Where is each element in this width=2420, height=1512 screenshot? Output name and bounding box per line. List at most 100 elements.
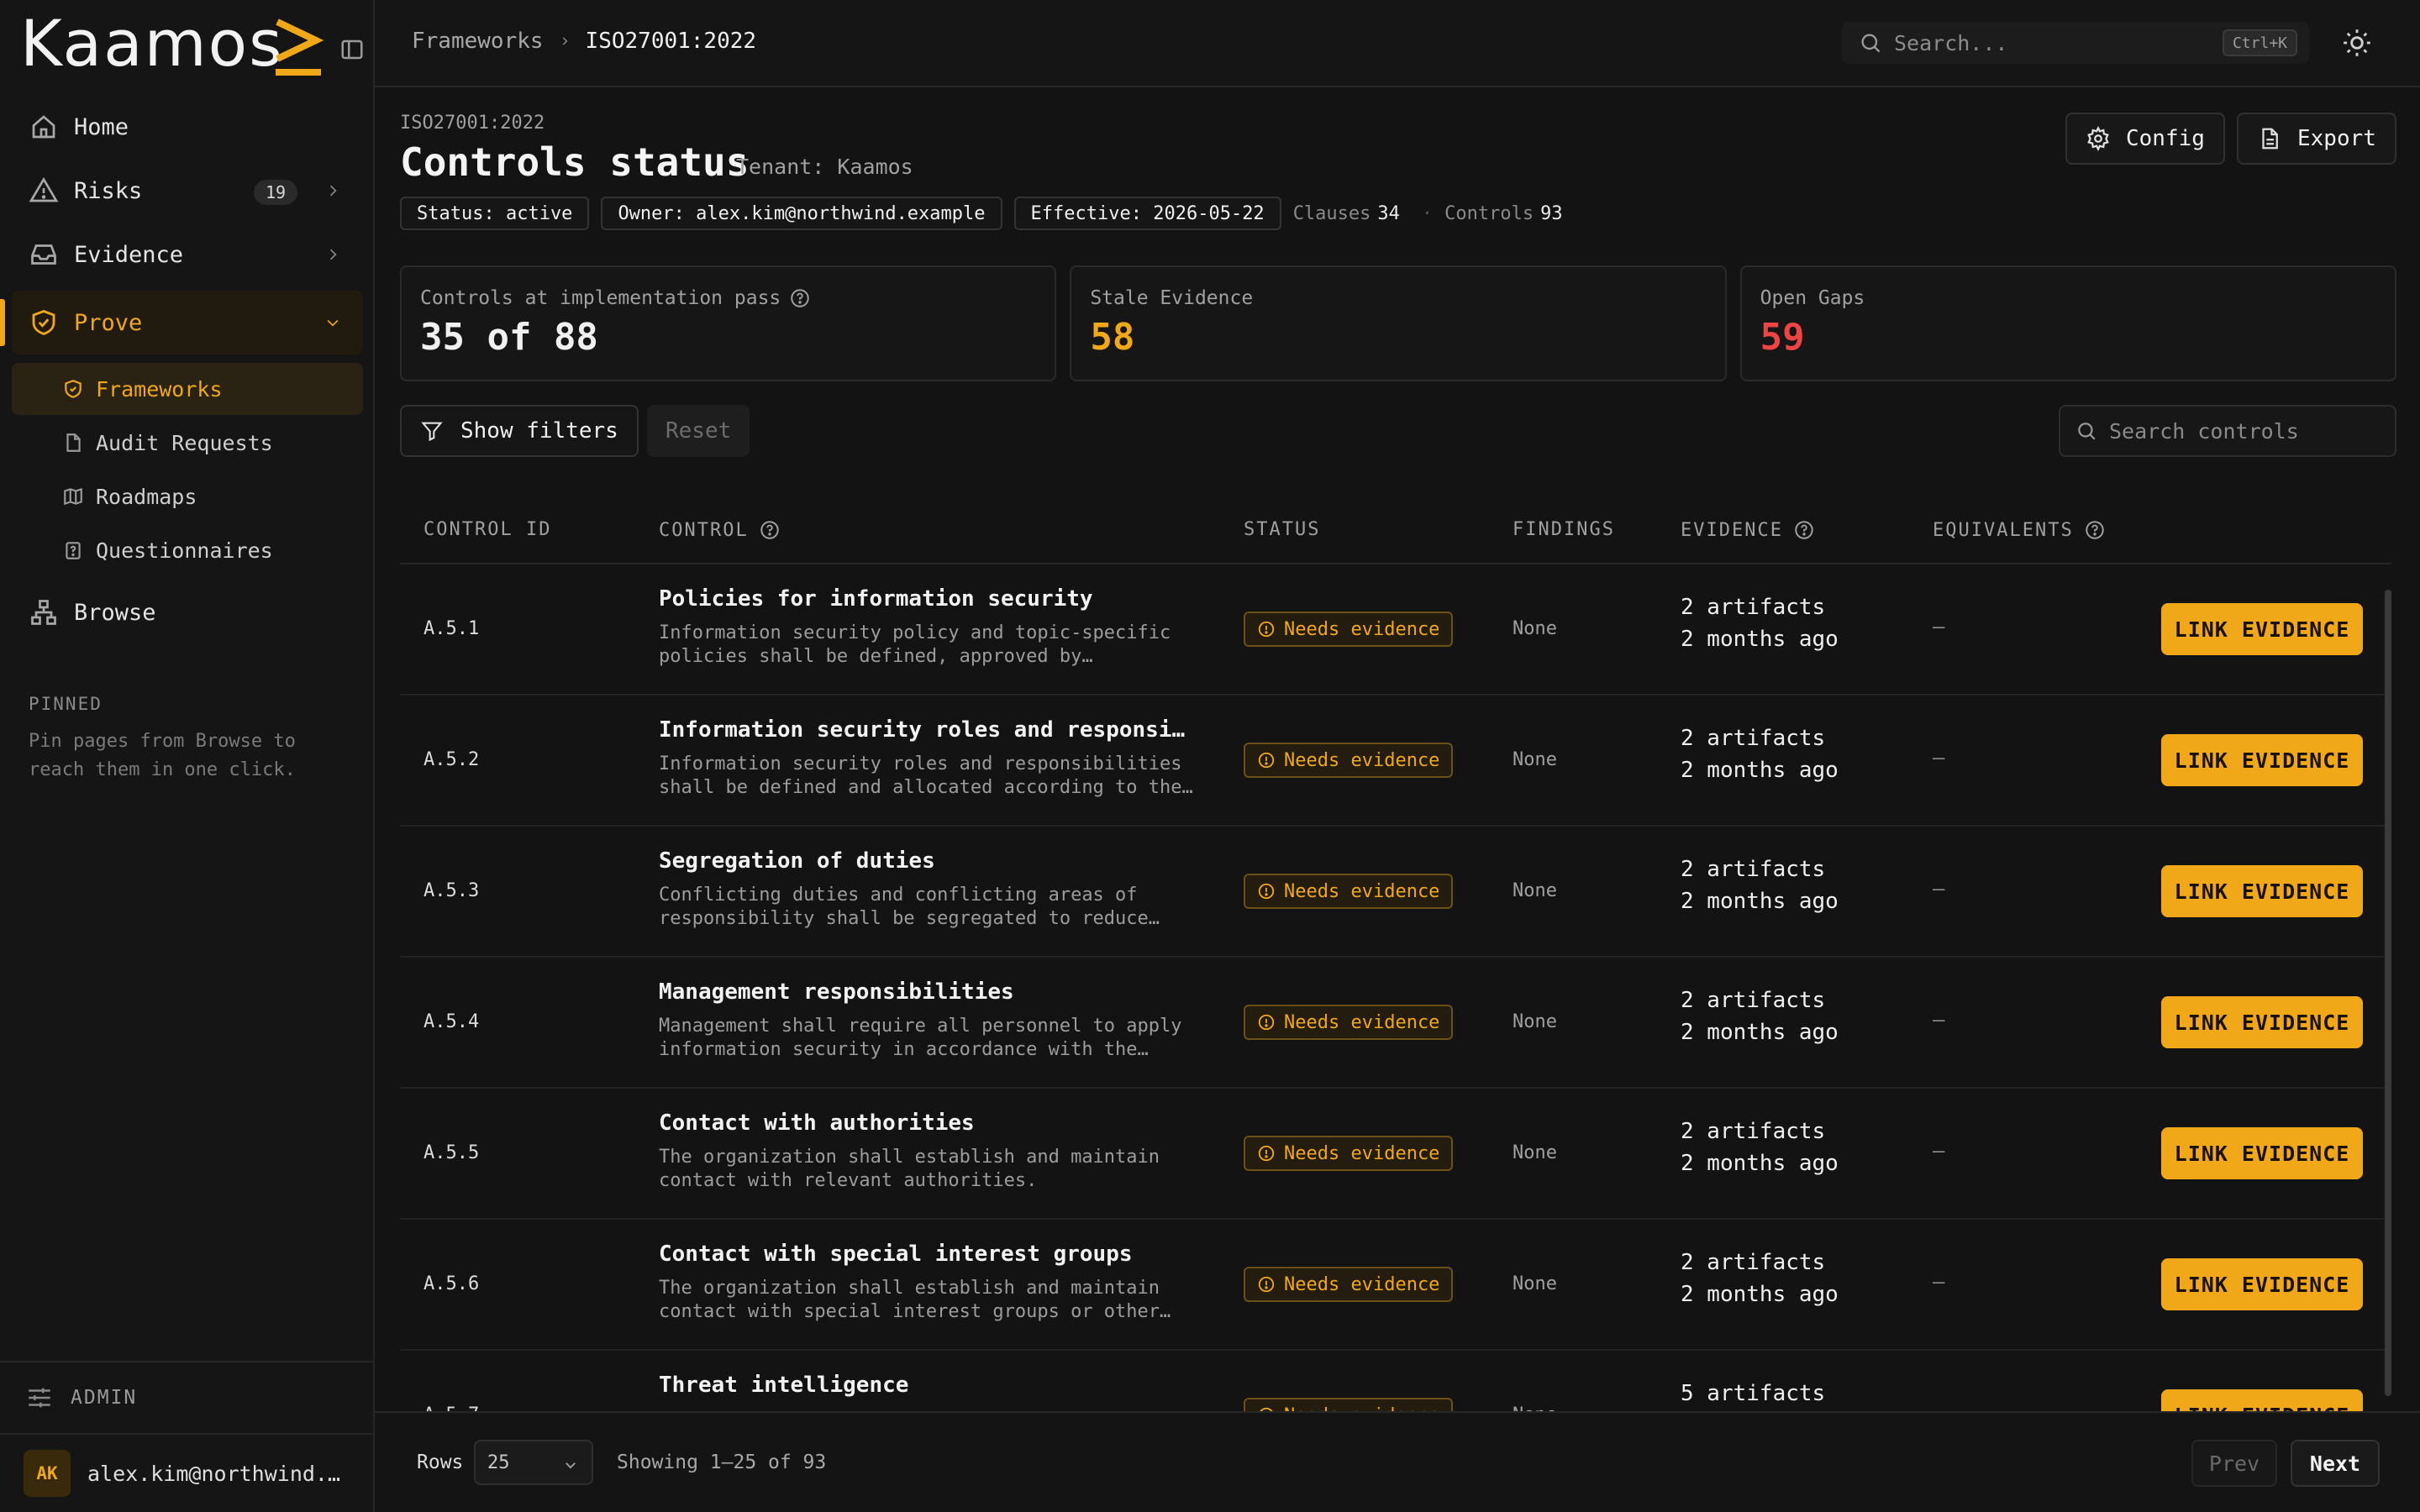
sidebar-item-roadmaps[interactable]: Roadmaps (12, 470, 363, 522)
global-search[interactable]: Search... Ctrl+K (1842, 22, 2309, 64)
logo-text: Kaamos (20, 6, 284, 81)
column-control-id[interactable]: CONTROL ID (424, 519, 551, 540)
logo[interactable]: Kaamos (20, 6, 363, 81)
sidebar-item-label: Audit Requests (96, 430, 273, 455)
evidence-count[interactable]: 5 artifacts (1681, 1381, 1825, 1406)
clipboard-icon (66, 542, 81, 559)
link-evidence-button[interactable]: LINK EVIDENCE (2161, 1258, 2363, 1310)
findings-value: None (1512, 749, 1557, 770)
stat-card-stale-evidence: Stale Evidence 58 (1070, 265, 1727, 381)
active-indicator (0, 299, 5, 346)
evidence-count[interactable]: 2 artifacts (1681, 857, 1825, 882)
home-icon (32, 115, 55, 139)
theme-toggle-icon[interactable] (2341, 27, 2373, 59)
breadcrumb-frameworks[interactable]: Frameworks (412, 29, 544, 54)
control-id: A.5.1 (424, 618, 480, 639)
admin-label: ADMIN (71, 1387, 138, 1409)
user-menu[interactable]: AK alex.kim@northwind.example (0, 1433, 375, 1512)
column-findings[interactable]: FINDINGS (1512, 519, 1615, 540)
config-button[interactable]: Config (2065, 113, 2225, 165)
control-title[interactable]: Segregation of duties (659, 848, 1197, 874)
table-row[interactable]: A.5.1 Policies for information security In… (400, 564, 2391, 696)
reset-button[interactable]: Reset (647, 405, 750, 457)
evidence-count[interactable]: 2 artifacts (1681, 1119, 1825, 1144)
control-title[interactable]: Contact with authorities (659, 1110, 1197, 1136)
sidebar-item-evidence[interactable]: Evidence (12, 227, 363, 282)
sidebar-item-risks[interactable]: Risks 19 (12, 163, 363, 218)
sidebar-item-prove[interactable]: Prove (0, 291, 363, 354)
chevron-right-icon (329, 185, 337, 197)
table-row[interactable]: A.5.2 Information security roles and resp… (400, 696, 2391, 827)
status-badge: Needs evidence (1244, 1005, 1454, 1040)
chevron-right-icon (562, 37, 567, 45)
help-circle-icon[interactable] (759, 519, 781, 541)
evidence-count[interactable]: 2 artifacts (1681, 726, 1825, 751)
prompt-icon (269, 15, 329, 79)
prev-page-button[interactable]: Prev (2191, 1440, 2277, 1487)
sidebar-item-browse[interactable]: Browse (12, 585, 363, 640)
next-page-button[interactable]: Next (2291, 1440, 2380, 1487)
sidebar-item-label: Risks (74, 177, 143, 204)
table-row[interactable]: A.5.5 Contact with authorities The organiz… (400, 1089, 2391, 1220)
table-row[interactable]: A.5.4 Management responsibilities Manageme… (400, 958, 2391, 1089)
shield-check-icon (32, 309, 55, 336)
rows-label: Rows (417, 1452, 464, 1473)
sidebar-item-home[interactable]: Home (12, 99, 363, 155)
help-circle-icon[interactable] (789, 287, 811, 309)
control-title[interactable]: Threat intelligence (659, 1373, 1197, 1398)
evidence-count[interactable]: 2 artifacts (1681, 595, 1825, 620)
column-evidence[interactable]: EVIDENCE (1681, 519, 1815, 541)
link-evidence-button[interactable]: LINK EVIDENCE (2161, 996, 2363, 1048)
sidebar-item-frameworks[interactable]: Frameworks (12, 363, 363, 415)
column-control[interactable]: CONTROL (659, 519, 781, 541)
control-description: The organization shall establish and mai… (659, 1278, 1171, 1322)
main-content: ISO27001:2022 Controls status Tenant: Ka… (375, 89, 2420, 1512)
help-circle-icon[interactable] (2084, 519, 2106, 541)
table-row[interactable]: A.5.6 Contact with special interest group… (400, 1220, 2391, 1351)
chevron-down-icon (327, 319, 339, 327)
table-scrollbar[interactable] (2385, 590, 2391, 1396)
export-button[interactable]: Export (2237, 113, 2396, 165)
owner-chip: Owner: alex.kim@northwind.example (601, 197, 1002, 230)
sidebar-toggle-icon[interactable] (339, 37, 365, 62)
link-evidence-button[interactable]: LINK EVIDENCE (2161, 865, 2363, 917)
sliders-icon (29, 1388, 50, 1408)
stat-label: Controls at implementation pass (420, 287, 811, 309)
filter-icon (421, 422, 443, 442)
rows-per-page-select[interactable]: 25 (474, 1440, 593, 1485)
status-badge: Needs evidence (1244, 1267, 1454, 1302)
evidence-count[interactable]: 2 artifacts (1681, 988, 1825, 1013)
stat-card-open-gaps: Open Gaps 59 (1739, 265, 2396, 381)
link-evidence-button[interactable]: LINK EVIDENCE (2161, 603, 2363, 655)
evidence-age: 2 months ago (1681, 758, 1839, 783)
link-evidence-button[interactable]: LINK EVIDENCE (2161, 734, 2363, 786)
column-equivalents[interactable]: EQUIVALENTS (1933, 519, 2106, 541)
framework-meta: Status: active Owner: alex.kim@northwind… (400, 197, 1573, 230)
control-title[interactable]: Information security roles and responsib… (659, 717, 1197, 743)
status-text: Needs evidence (1284, 749, 1440, 771)
controls-value: 93 (1540, 202, 1563, 224)
show-filters-button[interactable]: Show filters (400, 405, 639, 457)
sidebar-item-questionnaires[interactable]: Questionnaires (12, 524, 363, 576)
admin-link[interactable]: ADMIN (0, 1361, 375, 1433)
control-id: A.5.2 (424, 749, 480, 770)
control-title[interactable]: Policies for information security (659, 586, 1197, 612)
control-title[interactable]: Management responsibilities (659, 979, 1197, 1005)
control-description: Management shall require all personnel t… (659, 1016, 1182, 1060)
evidence-count[interactable]: 2 artifacts (1681, 1250, 1825, 1275)
column-status[interactable]: STATUS (1244, 519, 1320, 540)
equivalents-value: — (1933, 1139, 1945, 1163)
risks-count-badge: 19 (254, 180, 297, 205)
table-row[interactable]: A.5.3 Segregation of duties Conflicting du… (400, 827, 2391, 958)
control-title[interactable]: Contact with special interest groups (659, 1242, 1197, 1267)
stat-label-text: Controls at implementation pass (420, 287, 781, 309)
search-controls-input[interactable]: Search controls (2059, 405, 2396, 457)
search-icon (1861, 34, 1881, 53)
help-circle-icon[interactable] (1793, 519, 1815, 541)
sidebar-item-audit-requests[interactable]: Audit Requests (12, 417, 363, 469)
link-evidence-button[interactable]: LINK EVIDENCE (2161, 1127, 2363, 1179)
status-text: Needs evidence (1284, 1273, 1440, 1295)
stats-row: Controls at implementation pass 35 of 88… (400, 265, 2396, 381)
filters-row: Show filters Reset Search controls (400, 405, 2396, 457)
gear-icon (2087, 126, 2109, 151)
